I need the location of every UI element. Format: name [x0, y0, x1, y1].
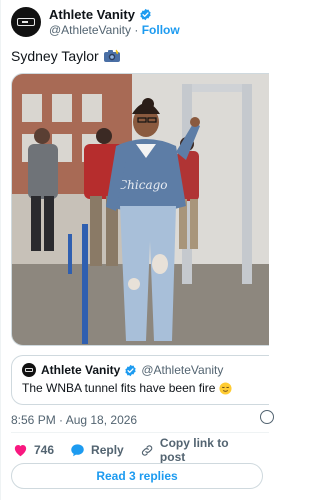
post-timestamp[interactable]: 8:56 PM · Aug 18, 2026	[11, 413, 137, 427]
like-button[interactable]: 746	[13, 443, 54, 457]
quoted-post-text: The WNBA tunnel fits have been fire	[22, 381, 259, 395]
brand-logo-icon	[17, 18, 35, 26]
author-avatar[interactable]	[11, 7, 41, 37]
quoted-post-header: Athlete Vanity @AthleteVanity	[22, 363, 259, 377]
relieved-face-icon	[219, 381, 232, 395]
post-actions: 746 Reply Copy link to post	[13, 436, 268, 464]
author-names: Athlete Vanity @AthleteVanity · Follow	[49, 7, 180, 37]
read-replies-button[interactable]: Read 3 replies	[11, 463, 263, 489]
heart-icon	[14, 445, 27, 457]
copy-link-label: Copy link to post	[159, 436, 229, 464]
author-display-name[interactable]: Athlete Vanity	[49, 7, 180, 23]
reply-bubble-icon	[71, 444, 84, 457]
svg-text:Chicago: Chicago	[118, 178, 168, 192]
post-photo-illustration: Chicago	[12, 74, 269, 345]
like-count: 746	[34, 443, 55, 457]
quoted-author-name: Athlete Vanity	[41, 363, 121, 377]
quoted-verified-badge-icon	[125, 364, 137, 376]
reply-button[interactable]: Reply	[70, 443, 124, 457]
quoted-post[interactable]: Athlete Vanity @AthleteVanity The WNBA t…	[11, 355, 269, 405]
post-card: Athlete Vanity @AthleteVanity · Follow S…	[0, 0, 274, 500]
copy-link-button[interactable]: Copy link to post	[140, 436, 252, 464]
actions-divider	[11, 432, 269, 433]
verified-badge-icon	[140, 9, 151, 21]
quoted-author-avatar	[22, 363, 36, 377]
follow-button[interactable]: Follow	[142, 23, 180, 37]
author-handle[interactable]: @AthleteVanity	[49, 23, 131, 37]
reply-label: Reply	[91, 443, 124, 457]
author-handle-row: @AthleteVanity · Follow	[49, 23, 180, 37]
info-icon[interactable]	[260, 410, 274, 424]
post-text: Sydney Taylor	[11, 48, 121, 64]
separator-dot: ·	[134, 22, 139, 37]
link-icon	[141, 444, 152, 456]
quoted-author-handle: @AthleteVanity	[141, 363, 224, 377]
post-text-content: Sydney Taylor	[11, 48, 99, 64]
camera-with-flash-icon	[103, 49, 120, 62]
post-header: Athlete Vanity @AthleteVanity · Follow	[11, 6, 180, 38]
post-photo[interactable]: Chicago	[11, 73, 269, 346]
quoted-post-text-content: The WNBA tunnel fits have been fire	[22, 381, 216, 395]
